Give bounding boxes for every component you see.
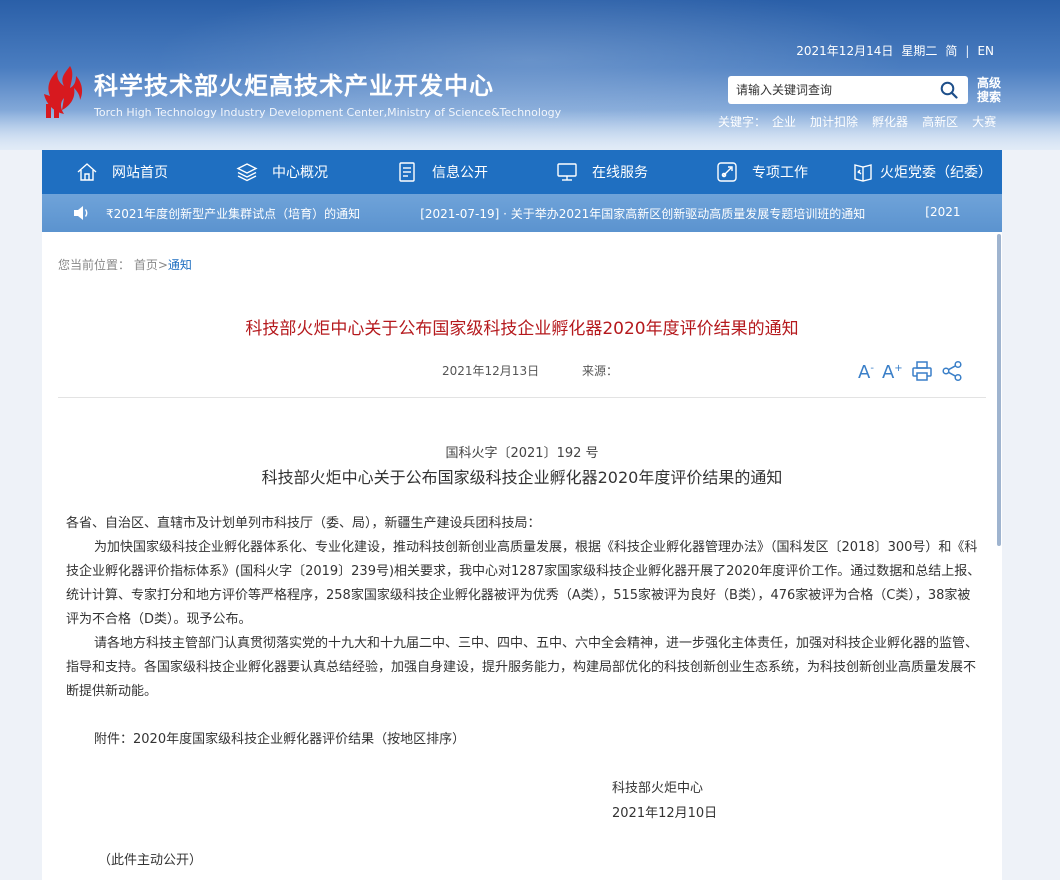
breadcrumb-label: 您当前位置： [58,258,131,272]
keyword-link[interactable]: 高新区 [922,113,958,130]
font-increase-label: A [881,362,895,383]
lang-english-link[interactable]: EN [977,44,994,58]
current-weekday: 星期二 [901,44,938,58]
signature-org: 科技部火炬中心 [612,781,704,796]
title-divider [58,397,986,398]
party-book-icon [854,164,872,182]
breadcrumb-separator: > [157,258,168,272]
nav-label: 中心概况 [272,165,328,181]
print-icon[interactable] [911,360,933,382]
public-note: （此件主动公开） [98,853,203,868]
home-icon [77,163,97,181]
lang-simplified-link[interactable]: 简 [945,42,957,59]
font-increase-button[interactable]: A+ [882,358,903,384]
hot-keywords: 关键字： 企业 加计扣除 孵化器 高新区 大赛 [718,113,996,130]
nav-label: 专项工作 [752,165,808,181]
font-decrease-button[interactable]: A- [858,358,874,384]
article-container: 您当前位置： 首页>通知 科技部火炬中心关于公布国家级科技企业孵化器2020年度… [42,232,1002,880]
torch-logo-icon[interactable] [40,64,86,120]
top-bar: 2021年12月14日 星期二 简 | EN [796,42,994,59]
search-box [728,76,968,104]
share-icon[interactable] [941,360,963,382]
nav-item-home[interactable]: 网站首页 [42,150,202,194]
nav-item-special-work[interactable]: 专项工作 [682,150,842,194]
nav-label: 在线服务 [592,165,648,181]
breadcrumb: 您当前位置： 首页>通知 [58,256,192,273]
monitor-icon [557,163,577,181]
nav-item-overview[interactable]: 中心概况 [202,150,362,194]
nav-label: 火炬党委（纪委） [880,165,992,181]
document-title: 科技部火炬中心关于公布国家级科技企业孵化器2020年度评价结果的通知 [261,468,783,487]
publish-date: 2021年12月13日 [442,364,540,378]
salutation: 各省、自治区、直辖市及计划单列市科技厅（委、局），新疆生产建设兵团科技局： [66,516,541,531]
current-date: 2021年12月14日 [796,44,894,58]
advanced-search-link[interactable]: 高级搜索 [977,76,1005,104]
ticker-track: ₹2021年度创新型产业集群试点（培育）的通知 [2021-07-19] · 关… [106,205,961,222]
signature-date: 2021年12月10日 [612,806,718,821]
body-paragraph: 为加快国家级科技企业孵化器体系化、专业化建设，推动科技创新创业高质量发展，根据《… [66,540,981,627]
font-decrease-label: A [858,362,871,383]
keyword-link[interactable]: 大赛 [972,113,996,130]
breadcrumb-home-link[interactable]: 首页 [134,258,158,272]
nav-item-disclosure[interactable]: 信息公开 [362,150,522,194]
breadcrumb-current-link[interactable]: 通知 [168,258,192,272]
news-ticker: ₹2021年度创新型产业集群试点（培育）的通知 [2021-07-19] · 关… [42,194,1002,232]
search-input[interactable] [736,83,926,97]
speaker-icon [74,206,88,220]
keyword-link[interactable]: 孵化器 [872,113,908,130]
rocket-icon [717,162,737,182]
scrollbar[interactable] [997,234,1001,546]
article-body: 各省、自治区、直辖市及计划单列市科技厅（委、局），新疆生产建设兵团科技局： 为加… [66,512,982,704]
attachment-link[interactable]: 附件：2020年度国家级科技企业孵化器评价结果（按地区排序） [94,728,465,747]
ticker-item[interactable]: [2021-07-19] · 关于举办2021年国家高新区创新驱动高质量发展专题… [420,205,865,222]
lang-separator: | [965,43,970,58]
source-label: 来源： [582,364,619,378]
layers-icon [236,163,258,182]
article-tools: A- A+ [858,358,963,384]
main-nav: 网站首页 中心概况 信息公开 在线服务 专项工作 火炬党委（纪委） [42,150,1002,194]
site-title[interactable]: 科学技术部火炬高技术产业开发中心 [94,66,494,101]
document-number: 国科火字〔2021〕192 号 [445,446,599,461]
nav-label: 网站首页 [112,165,168,181]
keyword-link[interactable]: 加计扣除 [810,113,858,130]
ticker-item[interactable]: [2021 [925,205,960,222]
nav-label: 信息公开 [432,165,488,181]
nav-item-online-service[interactable]: 在线服务 [522,150,682,194]
site-subtitle: Torch High Technology Industry Developme… [94,106,562,119]
keyword-link[interactable]: 企业 [772,113,796,130]
document-icon [399,162,415,182]
search-icon[interactable] [940,81,958,99]
ticker-item[interactable]: ₹2021年度创新型产业集群试点（培育）的通知 [106,205,360,222]
nav-item-party-committee[interactable]: 火炬党委（纪委） [842,150,1002,194]
keywords-label: 关键字： [718,115,767,129]
article-title: 科技部火炬中心关于公布国家级科技企业孵化器2020年度评价结果的通知 [245,319,799,339]
body-paragraph: 请各地方科技主管部门认真贯彻落实党的十九大和十九届二中、三中、四中、五中、六中全… [66,636,979,699]
